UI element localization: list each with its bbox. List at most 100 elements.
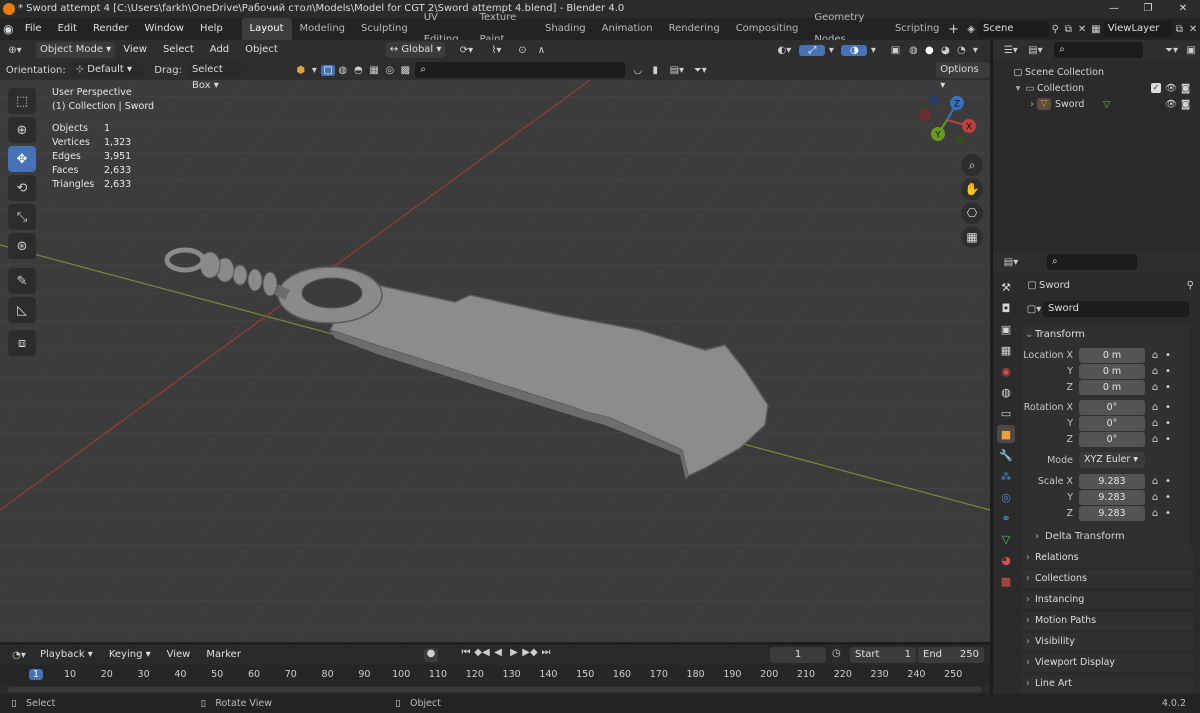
shading-dropdown-icon[interactable]: ▾ [969, 45, 981, 56]
mode-option-3-icon[interactable]: ▦ [366, 65, 382, 76]
mode-option-1-icon[interactable]: ◍ [335, 65, 351, 76]
display-mode-icon[interactable]: ▤▾ [1023, 45, 1049, 56]
navigation-gizmo[interactable]: X Y Z [912, 90, 982, 150]
blender-menu-icon[interactable]: ◉ [0, 22, 17, 36]
pivot-icon[interactable]: ⟳▾ [451, 45, 481, 56]
tool-tab-icon[interactable]: ⚒ [997, 278, 1015, 296]
lock-icon[interactable]: ⌂ [1145, 434, 1165, 445]
current-frame-field[interactable]: 1 [770, 647, 826, 663]
properties-search-input[interactable]: ⌕ [1047, 254, 1137, 270]
rotation-z-field[interactable]: 0° [1079, 431, 1145, 447]
object-datablock-icon[interactable]: ▢▾ [1025, 304, 1043, 315]
next-keyframe-icon[interactable]: ▶◆ [522, 647, 538, 658]
viewport-menu-select[interactable]: Select [155, 40, 202, 61]
data-tab-icon[interactable]: ▽ [997, 530, 1015, 548]
overlays-dropdown-icon[interactable]: ▾ [867, 45, 879, 56]
outliner-editor-icon[interactable]: ☰▾ [999, 45, 1023, 56]
scene-tab-icon[interactable]: ◉ [997, 362, 1015, 380]
keyframe-dot-icon[interactable]: • [1165, 508, 1171, 519]
filter-dropdown-icon[interactable]: ▾ [308, 65, 322, 76]
timeline-menu-playback[interactable]: Playback ▾ [32, 644, 101, 666]
panel-visibility[interactable]: Visibility [1021, 633, 1194, 651]
panel-collections[interactable]: Collections [1021, 570, 1194, 588]
falloff-icon[interactable]: ∧ [533, 45, 549, 56]
lock-icon[interactable]: ⌂ [1145, 476, 1165, 487]
rotation-mode-dropdown[interactable]: XYZ Euler ▾ [1079, 452, 1145, 468]
eye-icon[interactable]: 👁 [1165, 83, 1177, 94]
menu-file[interactable]: File [17, 18, 50, 40]
keyframe-dot-icon[interactable]: • [1165, 418, 1171, 429]
3d-viewport[interactable]: ⊕▾ Object Mode ▾ View Select Add Object … [0, 40, 990, 642]
lock-icon[interactable]: ⌂ [1145, 402, 1165, 413]
collapse-arrow-icon[interactable]: ⌄ [1025, 329, 1035, 340]
start-frame-field[interactable]: Start 1 [850, 647, 916, 663]
clock-icon[interactable]: ◷ [832, 648, 841, 659]
tab-compositing[interactable]: Compositing [728, 18, 807, 40]
timeline-menu-marker[interactable]: Marker [198, 644, 249, 666]
view-layer-icon[interactable]: ▦ [1089, 24, 1103, 35]
object-type-filter-icon[interactable]: ⬢ [294, 65, 308, 76]
jump-start-icon[interactable]: ⏮ [458, 647, 474, 658]
end-frame-field[interactable]: End 250 [918, 647, 984, 663]
tab-shading[interactable]: Shading [537, 18, 594, 40]
keyframe-dot-icon[interactable]: • [1165, 492, 1171, 503]
bookmark-icon[interactable]: ▮ [646, 65, 664, 76]
snap-toggle-icon[interactable]: ◡ [629, 65, 647, 76]
viewport-menu-object[interactable]: Object [237, 40, 286, 61]
panel-line-art[interactable]: Line Art [1021, 675, 1194, 693]
expand-arrow-icon[interactable]: › [1035, 531, 1045, 542]
close-button[interactable]: ✕ [1166, 0, 1200, 18]
physics-tab-icon[interactable]: ◎ [997, 488, 1015, 506]
outliner-filter-icon[interactable]: ⏷▾ [1161, 45, 1183, 56]
keyframe-dot-icon[interactable]: • [1165, 366, 1171, 377]
object-name-input[interactable]: Sword [1043, 301, 1189, 317]
proportional-editing-icon[interactable]: ⊙ [511, 45, 533, 56]
particles-tab-icon[interactable]: ⁂ [997, 467, 1015, 485]
panel-viewport-display[interactable]: Viewport Display [1021, 654, 1194, 672]
tab-modeling[interactable]: Modeling [292, 18, 354, 40]
prev-keyframe-icon[interactable]: ◆◀ [474, 647, 490, 658]
move-tool-icon[interactable]: ✥ [8, 146, 36, 172]
annotate-tool-icon[interactable]: ✎ [8, 268, 36, 294]
orientation-dropdown[interactable]: ⊹ Default ▾ [71, 62, 145, 78]
viewport-menu-add[interactable]: Add [202, 40, 237, 61]
camera-icon[interactable]: ◙ [1181, 83, 1190, 94]
visibility-icon[interactable]: ◐▾ [769, 45, 799, 56]
viewport-menu-view[interactable]: View [115, 40, 155, 61]
scale-y-field[interactable]: 9.283 [1079, 489, 1145, 505]
funnel-icon[interactable]: ⏷▾ [690, 65, 712, 76]
menu-help[interactable]: Help [192, 18, 231, 40]
keyframe-dot-icon[interactable]: • [1165, 350, 1171, 361]
outliner-search-input[interactable]: ⌕ [1054, 42, 1143, 58]
transform-tool-icon[interactable]: ⊛ [8, 233, 36, 259]
gizmo-toggle-icon[interactable]: ⤢ [799, 44, 826, 56]
viewport-search-input[interactable]: ⌕ [415, 62, 625, 78]
scale-z-field[interactable]: 9.283 [1079, 505, 1145, 521]
mesh-data-icon[interactable]: ▽ [1103, 99, 1110, 110]
jump-end-icon[interactable]: ⏭ [538, 647, 554, 658]
cursor-tool-icon[interactable]: ⊕ [8, 117, 36, 143]
play-reverse-icon[interactable]: ◀ [490, 647, 506, 658]
keyframe-dot-icon[interactable]: • [1165, 476, 1171, 487]
menu-render[interactable]: Render [85, 18, 137, 40]
location-y-field[interactable]: 0 m [1079, 363, 1145, 379]
overlays-toggle-icon[interactable]: ◑ [841, 44, 868, 56]
select-mode-icon[interactable]: ▢ [321, 64, 335, 76]
collection-tab-icon[interactable]: ▭ [997, 404, 1015, 422]
options-dropdown[interactable]: Options ▾ [936, 62, 990, 91]
new-view-layer-icon[interactable]: ⧉ [1172, 24, 1186, 35]
snap-icon[interactable]: ⌇▾ [481, 45, 511, 56]
delete-view-layer-icon[interactable]: ✕ [1186, 24, 1200, 35]
current-frame-marker[interactable]: 1 [28, 669, 44, 680]
zoom-icon[interactable]: ⌕ [961, 154, 983, 176]
mode-option-5-icon[interactable]: ▩ [398, 65, 414, 76]
view-layer-tab-icon[interactable]: ▦ [997, 341, 1015, 359]
panel-relations[interactable]: Relations [1021, 549, 1194, 567]
rendered-shading-icon[interactable]: ◔ [953, 45, 969, 56]
add-workspace-icon[interactable]: + [947, 22, 959, 37]
expand-arrow-icon[interactable]: › [1027, 99, 1037, 110]
properties-editor-icon[interactable]: ▤▾ [999, 257, 1023, 268]
wireframe-shading-icon[interactable]: ◍ [905, 45, 921, 56]
lock-icon[interactable]: ⌂ [1145, 508, 1165, 519]
delete-scene-icon[interactable]: ✕ [1075, 24, 1089, 35]
